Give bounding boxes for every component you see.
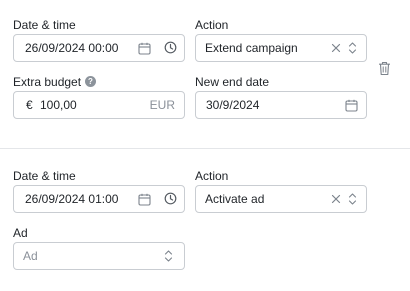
ad-label: Ad — [13, 226, 28, 240]
clock-icon[interactable] — [164, 41, 177, 54]
currency-code: EUR — [149, 98, 175, 112]
currency-symbol: € — [26, 98, 33, 112]
datetime-field[interactable]: 26/09/2024 00:00 — [13, 34, 185, 62]
new-end-date-field[interactable]: 30/9/2024 — [195, 91, 367, 119]
calendar-icon[interactable] — [345, 99, 358, 112]
extra-budget-value: 100,00 — [40, 98, 77, 112]
action-value: Extend campaign — [205, 41, 298, 55]
new-end-date-label: New end date — [195, 75, 270, 89]
action-select[interactable]: Extend campaign — [195, 34, 367, 62]
clear-icon[interactable] — [331, 194, 341, 204]
chevron-updown-icon[interactable] — [348, 41, 357, 55]
trash-icon[interactable] — [378, 61, 391, 76]
clear-icon[interactable] — [331, 43, 341, 53]
calendar-icon[interactable] — [138, 193, 151, 206]
calendar-icon[interactable] — [138, 42, 151, 55]
action-select[interactable]: Activate ad — [195, 185, 367, 213]
action-value: Activate ad — [205, 192, 265, 206]
chevron-updown-icon[interactable] — [348, 192, 357, 206]
datetime-label: Date & time — [13, 18, 76, 32]
datetime-value: 26/09/2024 00:00 — [25, 41, 119, 55]
ad-placeholder: Ad — [23, 249, 38, 263]
new-end-date-value: 30/9/2024 — [206, 98, 260, 112]
ad-select[interactable]: Ad — [13, 242, 185, 270]
clock-icon[interactable] — [164, 192, 177, 205]
extra-budget-field[interactable]: € 100,00 EUR — [13, 91, 185, 119]
help-icon[interactable]: ? — [85, 76, 96, 87]
extra-budget-label: Extra budget — [13, 75, 82, 89]
action-label: Action — [195, 18, 229, 32]
section-divider — [0, 148, 410, 149]
datetime-value: 26/09/2024 01:00 — [25, 192, 119, 206]
chevron-updown-icon[interactable] — [164, 249, 173, 263]
datetime-field[interactable]: 26/09/2024 01:00 — [13, 185, 185, 213]
action-label: Action — [195, 169, 229, 183]
datetime-label: Date & time — [13, 169, 76, 183]
